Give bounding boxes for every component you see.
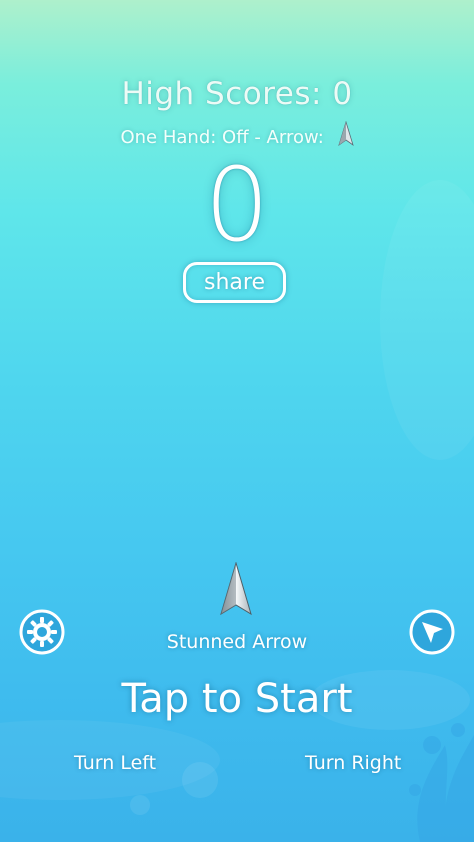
share-button-label: share [204,270,265,295]
tap-to-start-prompt[interactable]: Tap to Start [0,676,474,722]
share-button[interactable]: share [183,262,286,303]
selected-arrow-name: Stunned Arrow [166,631,308,653]
navigation-arrow-icon [409,609,455,655]
arrow-player-mini-icon [337,120,354,152]
arrow-select-button[interactable] [409,609,455,655]
turn-left-hint[interactable]: Turn Left [74,752,156,774]
settings-status-text: One Hand: Off - Arrow: [120,127,324,148]
current-score: 0 [204,146,270,265]
high-scores-title: High Scores: 0 [121,76,353,112]
turn-right-hint[interactable]: Turn Right [305,752,401,774]
settings-button[interactable] [19,609,65,655]
arrow-player-icon [219,561,253,622]
gear-icon [19,609,65,655]
